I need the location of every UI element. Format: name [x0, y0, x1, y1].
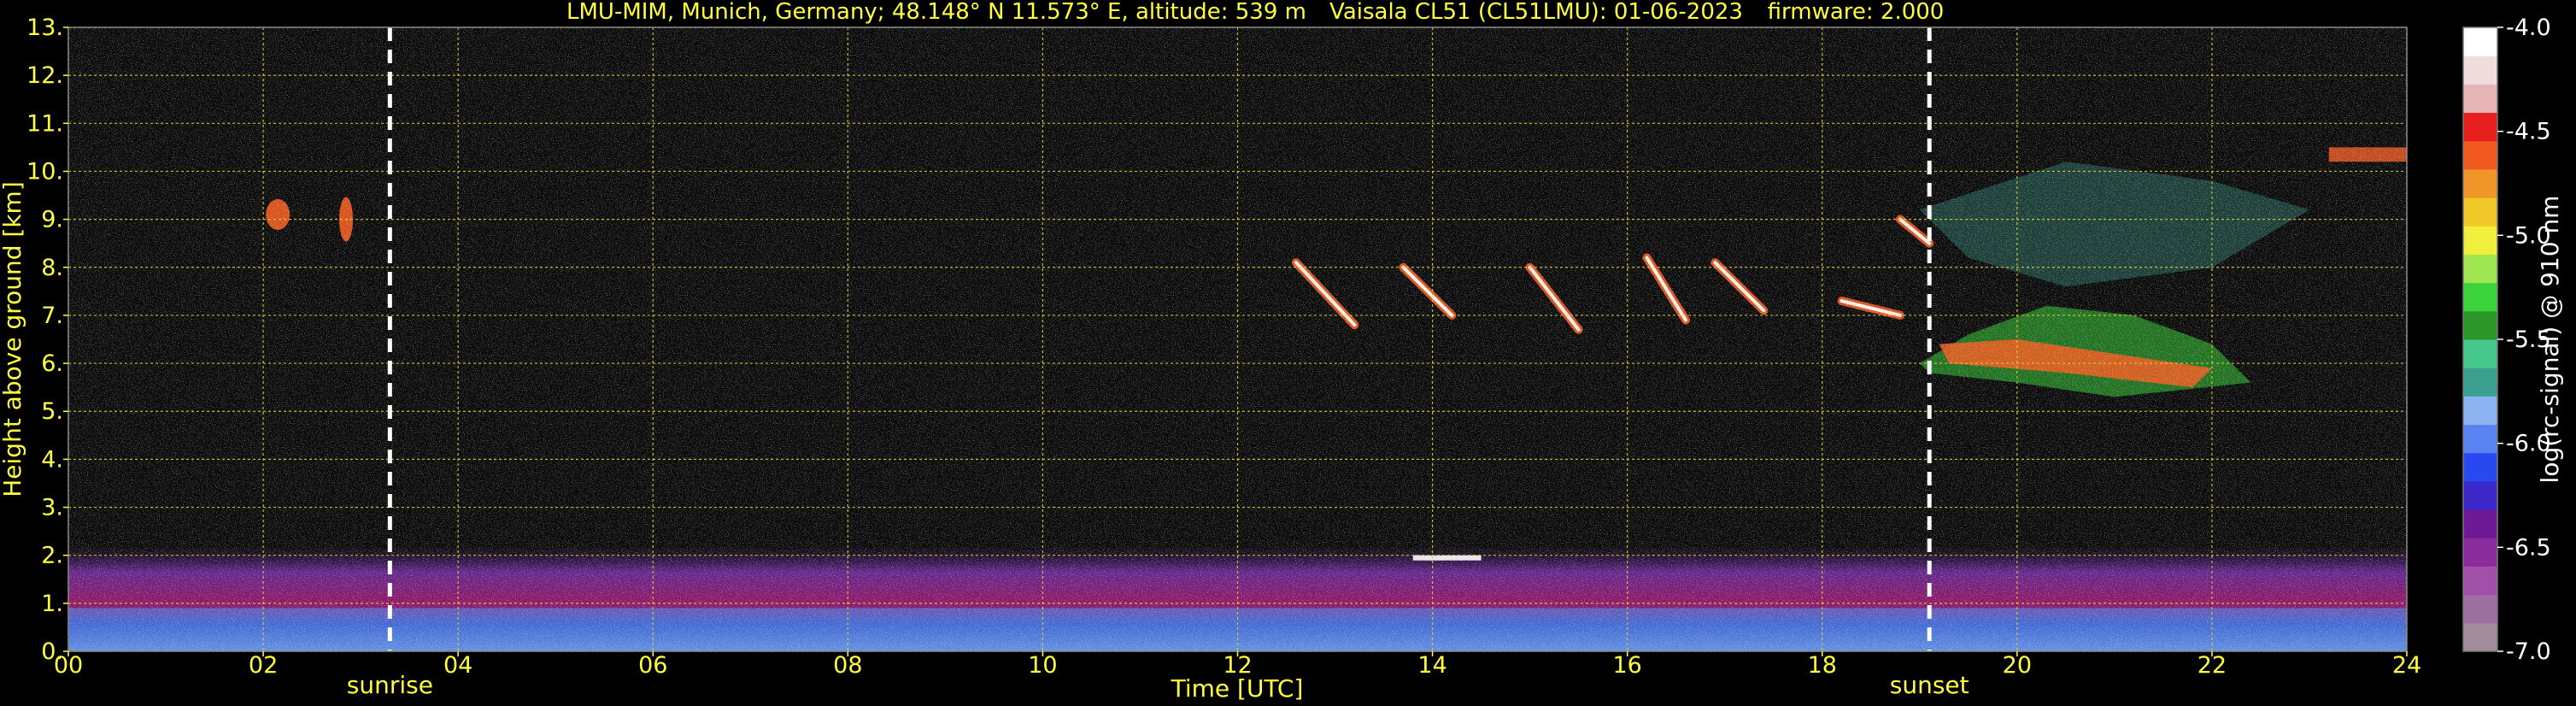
y-tick-label: 4.	[41, 446, 63, 473]
x-tick-label: 24	[2392, 652, 2421, 679]
colorbar-segment	[2463, 168, 2497, 198]
colorbar-tick-label: -7.0	[2506, 638, 2551, 665]
colorbar-segment	[2463, 56, 2497, 85]
colorbar-segment	[2463, 480, 2497, 510]
x-axis-label: Time [UTC]	[1171, 674, 1304, 703]
y-tick-label: 6.	[41, 350, 63, 377]
colorbar-tick-label: -4.5	[2506, 119, 2551, 145]
x-tick-label: 08	[833, 652, 862, 679]
x-tick-label: 06	[638, 652, 667, 679]
y-tick-label: 7.	[41, 303, 63, 329]
colorbar-segment	[2463, 594, 2497, 624]
colorbar-segment	[2463, 84, 2497, 114]
title-firmware: firmware: 2.000	[1768, 0, 1945, 25]
x-tick-label: 14	[1417, 652, 1446, 679]
colorbar-tick-label: -4.0	[2506, 15, 2551, 41]
y-tick-label: 8.	[41, 255, 63, 281]
ceilometer-chart: sunrise sunset 00 02 04 06 08 10 12 14 16 18 20 22 24…	[0, 0, 2564, 703]
x-tick-label: 10	[1028, 652, 1057, 679]
y-tick-label: 11.	[26, 110, 63, 137]
y-tick-label: 0.	[41, 638, 63, 665]
marker-label-sunset: sunset	[1890, 671, 1969, 699]
y-tick-label: 10.	[26, 158, 63, 185]
colorbar-segment	[2463, 339, 2497, 368]
colorbar-segment	[2463, 27, 2497, 56]
colorbar-segment	[2463, 140, 2497, 170]
colorbar-segment	[2463, 452, 2497, 482]
y-tick-label: 1.	[41, 591, 63, 617]
colorbar-label: log(rc-signal) @ 910 nm	[2536, 196, 2564, 484]
title-instrument: Vaisala CL51 (CL51LMU): 01-06-2023	[1329, 0, 1743, 25]
colorbar-segment	[2463, 509, 2497, 538]
x-tick-label: 20	[2003, 652, 2032, 679]
colorbar-segment	[2463, 396, 2497, 426]
x-tick-label: 16	[1612, 652, 1641, 679]
colorbar-segment	[2463, 112, 2497, 142]
x-tick-label: 02	[249, 652, 278, 679]
x-tick-label: 22	[2198, 652, 2227, 679]
x-tick-label: 18	[1808, 652, 1837, 679]
colorbar-segment	[2463, 197, 2497, 227]
colorbar-segment	[2463, 424, 2497, 454]
colorbar-segment	[2463, 538, 2497, 567]
y-axis-ticks: 0. 1. 2. 3. 4. 5. 6. 7. 8. 9. 10. 11. 12. 13.	[26, 15, 68, 665]
colorbar-segment	[2463, 226, 2497, 255]
colorbar-segment	[2463, 310, 2497, 340]
y-tick-label: 5.	[41, 398, 63, 425]
x-tick-label: 04	[443, 652, 472, 679]
y-tick-label: 13.	[26, 15, 63, 41]
colorbar-tick-label: -6.5	[2506, 534, 2551, 561]
colorbar-segment	[2463, 368, 2497, 397]
colorbar	[2463, 27, 2497, 652]
colorbar-segment	[2463, 282, 2497, 312]
colorbar-segment	[2463, 566, 2497, 596]
y-tick-label: 12.	[26, 62, 63, 89]
marker-label-sunrise: sunrise	[347, 671, 433, 699]
colorbar-segment	[2463, 622, 2497, 652]
title-station: LMU-MIM, Munich, Germany; 48.148° N 11.5…	[566, 0, 1306, 25]
y-tick-label: 3.	[41, 495, 63, 521]
colorbar-segment	[2463, 254, 2497, 284]
y-axis-label: Height above ground [km]	[0, 181, 26, 497]
y-tick-label: 9.	[41, 207, 63, 233]
y-tick-label: 2.	[41, 543, 63, 569]
